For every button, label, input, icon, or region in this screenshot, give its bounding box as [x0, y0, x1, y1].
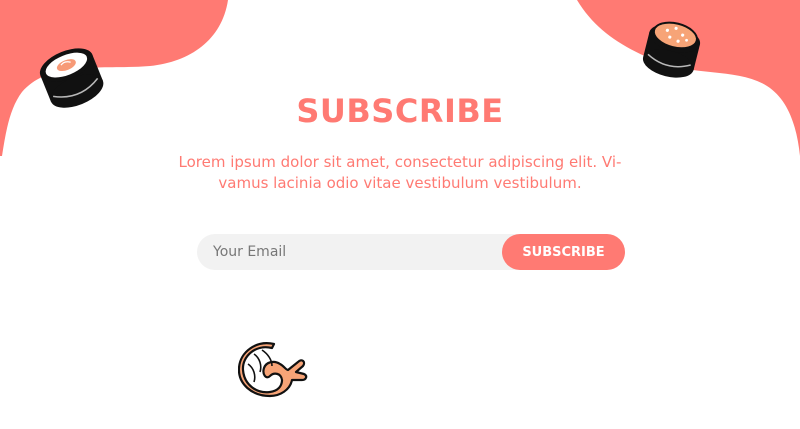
shrimp-icon [238, 342, 308, 398]
email-input[interactable] [197, 234, 527, 270]
subscribe-button[interactable]: SUBSCRIBE [502, 234, 625, 270]
description: Lorem ipsum dolor sit amet, consectetur … [150, 152, 650, 194]
description-line: vamus lacinia odio vitae vestibulum vest… [218, 174, 582, 192]
description-line: Lorem ipsum dolor sit amet, consectetur … [178, 153, 622, 171]
page-title: SUBSCRIBE [296, 92, 504, 130]
salmon-sushi-icon [642, 21, 701, 78]
subscribe-form: SUBSCRIBE [197, 234, 625, 270]
